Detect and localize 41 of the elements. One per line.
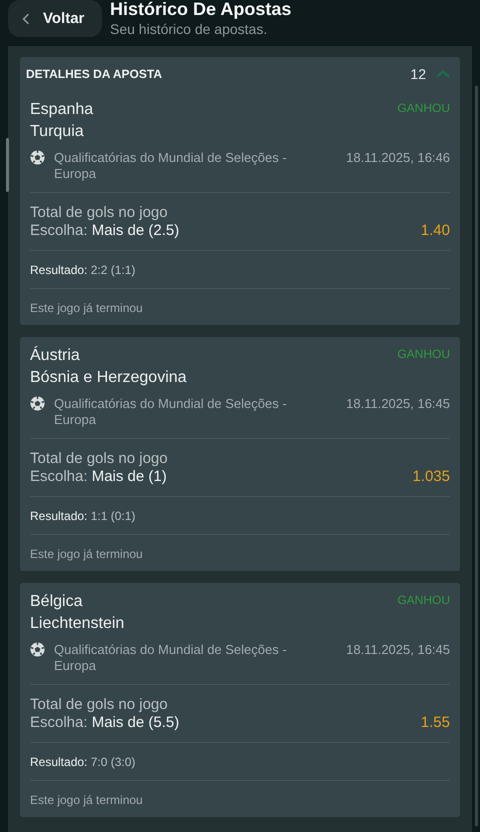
- game-status-note: Este jogo já terminou: [30, 300, 144, 317]
- match-date: 18.11.2025, 16:46: [346, 150, 450, 167]
- bet-count: 12: [410, 66, 426, 82]
- league-name: Qualificatórias do Mundial de Seleções - Europa: [54, 396, 288, 428]
- status-label: GANHOU: [397, 593, 450, 609]
- match-date: 18.11.2025, 16:45: [346, 396, 450, 413]
- odds-value: 1.40: [420, 222, 450, 240]
- league-name: Qualificatórias do Mundial de Seleções - Europa: [54, 642, 288, 674]
- details-title: DETALHES DA APOSTA: [26, 67, 164, 81]
- team-name: Espanha: [30, 101, 94, 119]
- team-name: Bósnia e Herzegovina: [30, 369, 187, 387]
- status-label: GANHOU: [397, 347, 450, 363]
- game-status-note: Este jogo já terminou: [30, 546, 144, 563]
- team-name: Turquia: [30, 123, 85, 141]
- market-name: Total de gols no jogo: [30, 204, 169, 222]
- bet-choice: Escolha: Mais de (1): [30, 468, 168, 486]
- football-icon: [30, 150, 45, 165]
- team-name: Liechtenstein: [30, 615, 124, 633]
- match-result: Resultado: 7:0 (3:0): [30, 754, 136, 771]
- odds-value: 1.55: [420, 714, 450, 732]
- page-title: Histórico De Apostas: [110, 0, 292, 20]
- league-name: Qualificatórias do Mundial de Seleções - Europa: [54, 150, 288, 182]
- market-name: Total de gols no jogo: [30, 450, 168, 468]
- football-icon: [30, 396, 45, 411]
- scroll-indicator: [6, 138, 9, 192]
- market-name: Total de gols no jogo: [30, 696, 169, 714]
- page-subtitle: Seu histórico de apostas.: [110, 20, 268, 38]
- match-result: Resultado: 1:1 (0:1): [30, 508, 136, 525]
- back-chevron-icon: [22, 12, 30, 24]
- match-date: 18.11.2025, 16:45: [346, 642, 450, 659]
- team-name: Bélgica: [30, 593, 84, 611]
- match-result: Resultado: 2:2 (1:1): [30, 262, 136, 279]
- chevron-icon[interactable]: [436, 70, 450, 78]
- status-label: GANHOU: [397, 101, 450, 117]
- game-status-note: Este jogo já terminou: [30, 792, 144, 809]
- football-icon: [30, 642, 45, 657]
- bet-choice: Escolha: Mais de (5.5): [30, 714, 180, 732]
- back-button[interactable]: Voltar: [8, 0, 102, 37]
- team-name: Áustria: [30, 347, 81, 365]
- odds-value: 1.035: [412, 468, 450, 486]
- bet-choice: Escolha: Mais de (2.5): [30, 222, 180, 240]
